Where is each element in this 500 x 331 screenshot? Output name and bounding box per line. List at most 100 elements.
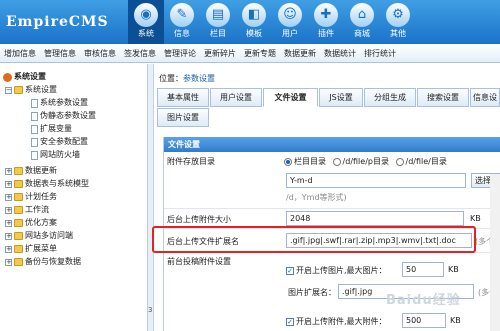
- nav-system[interactable]: ◉ 系统: [128, 0, 164, 44]
- subnav-add-info[interactable]: 增加信息: [0, 44, 40, 62]
- tab-image[interactable]: 图片设置: [157, 108, 209, 127]
- breadcrumb: 位置：参数设置: [159, 74, 215, 83]
- settings-tabs: 基本属性 用户设置 文件设置 JS设置 分组生成 搜索设置 信息设 图片设置: [157, 88, 500, 128]
- section-title: 文件设置: [164, 137, 500, 152]
- user-icon: ☺: [278, 3, 302, 27]
- tree-item-ext-menu[interactable]: + 扩展菜单: [5, 243, 57, 255]
- subnav-data-update[interactable]: 数据更新: [280, 44, 320, 62]
- subnav-rank-stats[interactable]: 排行统计: [360, 44, 400, 62]
- nav-plugin[interactable]: ✚ 插件: [308, 0, 344, 44]
- settings-icon: [3, 72, 12, 82]
- max-upload-input[interactable]: 2048: [286, 211, 464, 226]
- att-size-unit: KB: [450, 316, 461, 325]
- expand-icon[interactable]: +: [5, 232, 12, 240]
- tree-item-tables-models[interactable]: + 数据表与系统模型: [5, 178, 89, 190]
- att-enable-row: ✓ 开启上传附件,最大附件：: [286, 317, 387, 326]
- nav-template[interactable]: ◧ 模板: [236, 0, 272, 44]
- front-upload-label: 前台投稿附件设置: [167, 257, 231, 266]
- folder-icon: [14, 180, 23, 188]
- tree-item-scheduled[interactable]: + 计划任务: [5, 191, 57, 203]
- folder-icon: [14, 232, 23, 240]
- subnav-manage-info[interactable]: 管理信息: [40, 44, 80, 62]
- tree-root[interactable]: 系统设置: [3, 71, 46, 83]
- img-size-unit: KB: [448, 265, 459, 274]
- tree-item-ext-vars[interactable]: 扩展变量: [31, 123, 72, 135]
- page-icon: [31, 124, 38, 134]
- nav-user[interactable]: ☺ 用户: [272, 0, 308, 44]
- img-enable-checkbox[interactable]: ✓: [286, 266, 294, 275]
- folder-icon: [14, 245, 23, 253]
- tree-item-system-settings[interactable]: − 系统设置: [5, 84, 57, 96]
- subnav-update-topics[interactable]: 更新专题: [240, 44, 280, 62]
- date-format-hint: /d，Ymd等形式): [286, 193, 347, 202]
- shop-icon: ⌂: [350, 3, 374, 27]
- sub-nav: 增加信息 管理信息 审核信息 签发信息 管理评论 更新碎片 更新专题 数据更新 …: [0, 44, 500, 63]
- radio-dfilep-dir[interactable]: [332, 157, 341, 166]
- tree-item-system-params[interactable]: 系统参数设置: [31, 97, 88, 109]
- expand-icon[interactable]: +: [5, 167, 12, 175]
- tab-file[interactable]: 文件设置: [263, 88, 318, 107]
- tree-item-firewall[interactable]: 网站防火墙: [31, 149, 80, 161]
- column-icon: ▤: [206, 3, 230, 27]
- collapse-icon[interactable]: −: [5, 86, 12, 94]
- tab-info[interactable]: 信息设: [470, 88, 500, 107]
- att-enable-checkbox[interactable]: ✓: [286, 317, 294, 326]
- nav-column[interactable]: ▤ 栏目: [200, 0, 236, 44]
- expand-icon[interactable]: +: [5, 245, 12, 253]
- subnav-manage-comments[interactable]: 管理评论: [160, 44, 200, 62]
- template-icon: ◧: [242, 3, 266, 27]
- img-ext-label: 图片扩展名：: [288, 288, 336, 297]
- folder-icon: [14, 86, 23, 94]
- img-size-input[interactable]: 50: [402, 262, 444, 277]
- subnav-review-info[interactable]: 审核信息: [80, 44, 120, 62]
- expand-icon[interactable]: +: [5, 193, 12, 201]
- page-icon: [31, 150, 38, 160]
- top-bar: EmpireCMS ◉ 系统 ✎ 信息 ▤ 栏目 ◧ 模板 ☺ 用户 ✚ 插件 ⌂ 商城 ⚙ 其…: [0, 0, 500, 44]
- attach-dir-row: 附件存放目录 栏目目录 /d/file/p目录 /d/file/目录 Y-m-d…: [164, 152, 500, 209]
- sidebar-splitter[interactable]: 3: [148, 64, 154, 331]
- folder-icon: [14, 193, 23, 201]
- tab-search[interactable]: 搜索设置: [417, 88, 469, 107]
- tree-item-data-update[interactable]: + 数据更新: [5, 165, 57, 177]
- folder-icon: [14, 258, 23, 266]
- nav-other[interactable]: ⚙ 其他: [380, 0, 416, 44]
- tree-item-multi-access[interactable]: + 网站多访问端: [5, 230, 73, 242]
- nav-shop[interactable]: ⌂ 商城: [344, 0, 380, 44]
- expand-icon[interactable]: +: [5, 206, 12, 214]
- tab-group-generate[interactable]: 分组生成: [364, 88, 416, 107]
- tree-item-workflow[interactable]: + 工作流: [5, 204, 49, 216]
- highlight-annotation: [152, 226, 476, 253]
- expand-icon[interactable]: +: [5, 258, 12, 266]
- tree-item-security[interactable]: 安全参数配置: [31, 136, 88, 148]
- breadcrumb-link[interactable]: 参数设置: [183, 74, 215, 83]
- tree-item-backup[interactable]: + 备份与恢复数据: [5, 256, 81, 268]
- att-size-input[interactable]: 500: [402, 313, 446, 328]
- folder-icon: [14, 206, 23, 214]
- nav-info[interactable]: ✎ 信息: [164, 0, 200, 44]
- date-format-input[interactable]: Y-m-d: [286, 173, 466, 188]
- attach-dir-label: 附件存放目录: [167, 157, 215, 166]
- info-icon: ✎: [170, 3, 194, 27]
- logo: EmpireCMS: [6, 14, 109, 30]
- other-icon: ⚙: [386, 3, 410, 27]
- subnav-data-stats[interactable]: 数据统计: [320, 44, 360, 62]
- subnav-sign-info[interactable]: 签发信息: [120, 44, 160, 62]
- expand-icon[interactable]: +: [5, 219, 12, 227]
- tab-js[interactable]: JS设置: [319, 88, 363, 107]
- main-nav: ◉ 系统 ✎ 信息 ▤ 栏目 ◧ 模板 ☺ 用户 ✚ 插件 ⌂ 商城 ⚙ 其他: [128, 0, 416, 44]
- tree-item-rewrite-params[interactable]: 伪静态参数设置: [31, 110, 96, 122]
- page-icon: [31, 111, 38, 121]
- tree-item-optimize[interactable]: + 优化方案: [5, 217, 57, 229]
- max-upload-unit: KB: [470, 214, 481, 223]
- radio-column-dir[interactable]: [284, 157, 292, 166]
- img-enable-row: ✓ 开启上传图片,最大图片：: [286, 266, 387, 275]
- radio-dfile-dir[interactable]: [395, 157, 404, 166]
- tab-basic[interactable]: 基本属性: [157, 88, 209, 107]
- subnav-update-fragments[interactable]: 更新碎片: [200, 44, 240, 62]
- expand-icon[interactable]: +: [5, 180, 12, 188]
- folder-icon: [14, 167, 23, 175]
- vertical-scrollbar[interactable]: [490, 174, 500, 331]
- tab-user[interactable]: 用户设置: [210, 88, 262, 107]
- attach-dir-options: 栏目目录 /d/file/p目录 /d/file/目录: [284, 156, 447, 167]
- page-icon: [31, 98, 38, 108]
